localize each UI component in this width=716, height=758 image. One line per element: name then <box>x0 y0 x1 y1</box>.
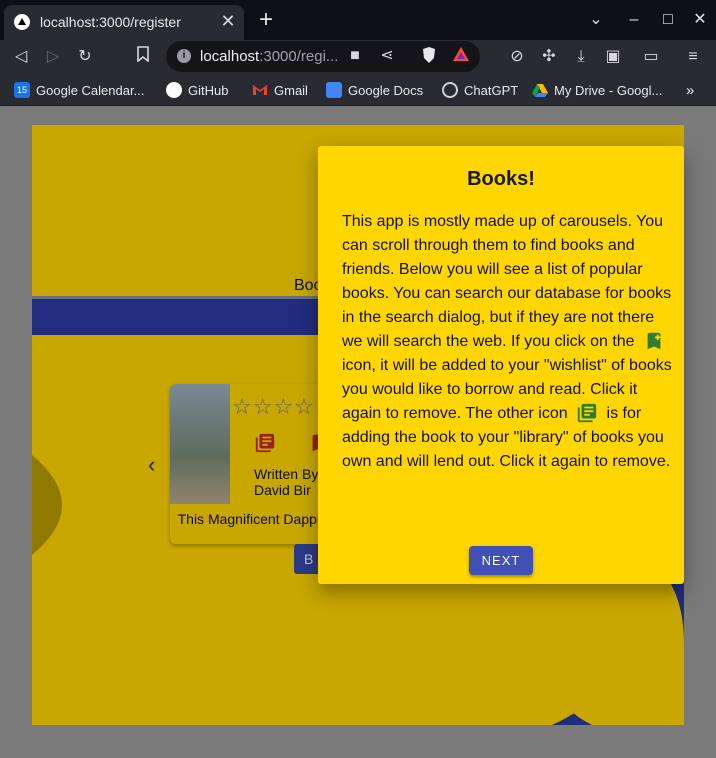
bookmark-google-docs[interactable]: Google Docs <box>326 81 423 99</box>
menu-icon[interactable]: ≡ <box>682 46 704 68</box>
google-docs-icon <box>326 82 342 98</box>
back-icon[interactable]: ◁ <box>10 46 32 68</box>
github-icon <box>166 82 182 98</box>
close-window-icon[interactable]: ✕ <box>690 10 710 30</box>
dialog-body: This app is mostly made up of carousels.… <box>342 210 672 474</box>
bookmarks-bar: 15 Google Calendar... GitHub Gmail Googl… <box>0 73 716 106</box>
new-tab-icon[interactable]: + <box>254 8 278 33</box>
bookmark-icon[interactable] <box>132 46 154 68</box>
dialog-text-1: This app is mostly made up of carousels.… <box>342 213 672 350</box>
wallet-icon[interactable]: ▭ <box>640 46 662 68</box>
minimize-icon[interactable]: – <box>624 10 644 30</box>
site-favicon-icon <box>14 14 30 30</box>
more-bookmarks-icon[interactable]: » <box>686 81 694 99</box>
bookmark-add-icon <box>643 330 665 352</box>
onboarding-dialog: Books! This app is mostly made up of car… <box>318 146 684 584</box>
url-text: localhost:3000/regi... <box>200 48 339 65</box>
google-calendar-icon: 15 <box>14 82 30 98</box>
browser-tab[interactable]: localhost:3000/register ✕ <box>4 5 244 40</box>
brave-rewards-icon[interactable] <box>450 46 472 68</box>
bookmark-google-drive[interactable]: My Drive - Googl... <box>532 81 662 99</box>
dialog-title: Books! <box>467 168 535 190</box>
bookmark-gmail[interactable]: Gmail <box>252 81 308 99</box>
chevron-down-icon[interactable]: ⌄ <box>586 10 606 30</box>
bookmark-google-calendar[interactable]: 15 Google Calendar... <box>14 81 144 99</box>
extensions-icon[interactable]: ✣ <box>538 46 560 68</box>
gmail-icon <box>252 82 268 98</box>
next-button[interactable]: NEXT <box>469 546 533 575</box>
share-icon[interactable]: ⋖ <box>376 45 398 67</box>
compass-icon[interactable]: ⊘ <box>506 46 528 68</box>
bookmark-github[interactable]: GitHub <box>166 81 228 99</box>
google-drive-icon <box>532 82 548 98</box>
tab-close-icon[interactable]: ✕ <box>218 11 238 31</box>
download-icon[interactable]: ⤓ <box>570 46 592 68</box>
library-books-icon <box>576 402 598 424</box>
camera-icon[interactable]: ■ <box>344 45 366 67</box>
tab-title: localhost:3000/register <box>40 14 181 30</box>
browser-tabstrip: localhost:3000/register ✕ + ⌄ – □ ✕ <box>0 0 716 40</box>
browser-toolbar: ◁ ▷ ↻ i localhost:3000/regi... ■ ⋖ ⊘ ✣ ⤓… <box>0 40 716 73</box>
sidebar-icon[interactable]: ▣ <box>602 46 624 68</box>
forward-icon[interactable]: ▷ <box>42 46 64 68</box>
brave-shield-icon[interactable] <box>418 46 440 68</box>
maximize-icon[interactable]: □ <box>658 10 678 30</box>
bookmark-chatgpt[interactable]: ChatGPT <box>442 81 518 99</box>
site-info-icon[interactable]: i <box>177 49 191 63</box>
reload-icon[interactable]: ↻ <box>74 46 96 68</box>
chatgpt-icon <box>442 82 458 98</box>
